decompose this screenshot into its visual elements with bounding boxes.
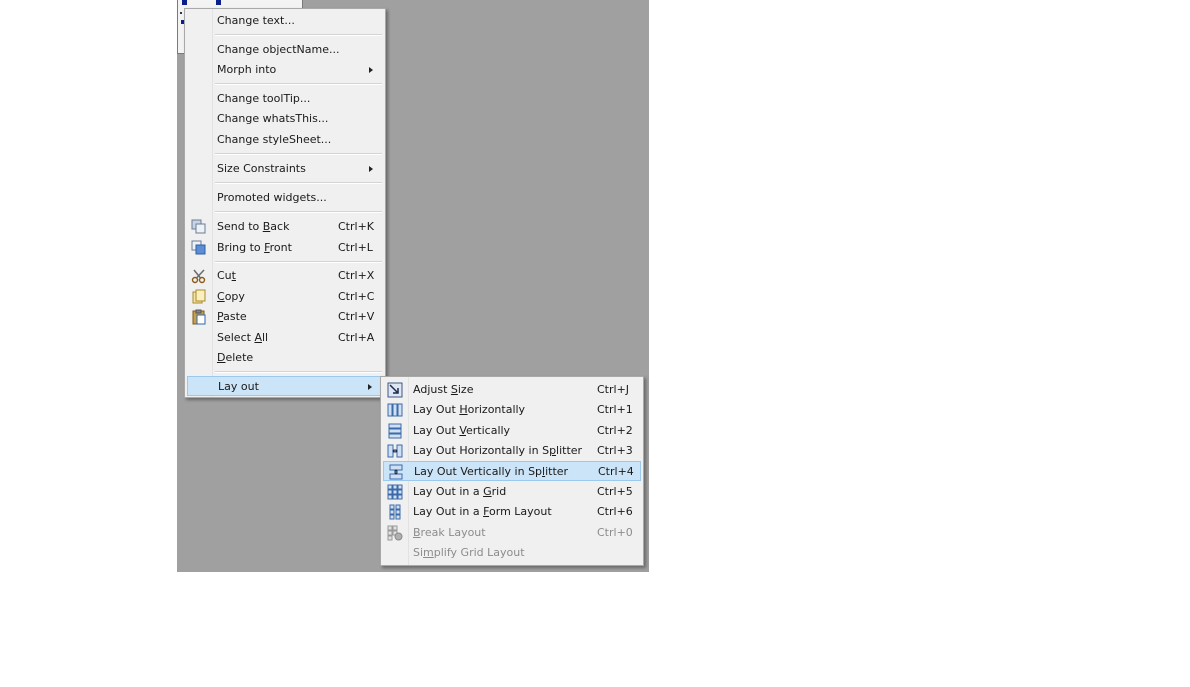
menu-item-label: Change whatsThis... [217,112,329,125]
menu-item-morph-into[interactable]: Morph into [187,60,383,80]
menu-item-lay-out-form[interactable]: Lay Out in a Form Layout Ctrl+6 [383,502,641,522]
menu-item-lay-out[interactable]: Lay out [187,376,383,396]
menu-item-label: Bring to Front [217,241,292,254]
menu-item-lay-out-horizontally-splitter[interactable]: Lay Out Horizontally in Splitter Ctrl+3 [383,441,641,461]
menu-item-shortcut: Ctrl+5 [597,485,633,498]
layout-submenu: Adjust Size Ctrl+J Lay Out Horizontally … [380,376,644,566]
menu-item-simplify-grid-layout[interactable]: Simplify Grid Layout [383,543,641,563]
menu-separator [215,83,382,85]
menu-item-label: Morph into [217,63,277,76]
menu-item-label: Change styleSheet... [217,133,332,146]
layout-horizontal-icon [387,402,403,418]
menu-item-label: Lay Out Horizontally [413,403,526,416]
menu-item-lay-out-grid[interactable]: Lay Out in a Grid Ctrl+5 [383,482,641,502]
menu-item-label: Send to Back [217,220,290,233]
bring-to-front-icon [191,240,207,256]
menu-item-label: Lay Out in a Grid [413,485,507,498]
menu-item-label: Change objectName... [217,43,340,56]
menu-item-label: Break Layout [413,526,486,539]
copy-icon [191,289,207,305]
layout-vertical-icon [387,423,403,439]
menu-separator [215,211,382,213]
submenu-arrow-icon [368,384,372,390]
menu-item-shortcut: Ctrl+C [338,290,375,303]
menu-item-size-constraints[interactable]: Size Constraints [187,159,383,179]
menu-item-shortcut: Ctrl+4 [598,465,634,478]
menu-item-shortcut: Ctrl+2 [597,424,633,437]
send-to-back-icon [191,219,207,235]
menu-item-label: Paste [217,310,247,323]
menu-item-promoted-widgets[interactable]: Promoted widgets... [187,188,383,208]
menu-item-label: Delete [217,351,254,364]
menu-item-lay-out-vertically[interactable]: Lay Out Vertically Ctrl+2 [383,421,641,441]
menu-item-shortcut: Ctrl+K [338,220,375,233]
menu-item-adjust-size[interactable]: Adjust Size Ctrl+J [383,380,641,400]
menu-item-label: Simplify Grid Layout [413,546,525,559]
menu-separator [215,371,382,373]
menu-separator [215,153,382,155]
menu-item-label: Lay Out Vertically [413,424,511,437]
menu-item-lay-out-vertically-splitter[interactable]: Lay Out Vertically in Splitter Ctrl+4 [383,461,641,481]
menu-item-change-tooltip[interactable]: Change toolTip... [187,89,383,109]
scissors-icon [191,268,207,284]
menu-item-change-text[interactable]: Change text... [187,11,383,31]
submenu-arrow-icon [369,67,373,73]
menu-item-shortcut: Ctrl+1 [597,403,633,416]
menu-separator [215,34,382,36]
menu-item-label: Size Constraints [217,162,306,175]
menu-item-lay-out-horizontally[interactable]: Lay Out Horizontally Ctrl+1 [383,400,641,420]
paste-icon [191,309,207,325]
menu-item-label: Promoted widgets... [217,191,327,204]
menu-item-shortcut: Ctrl+6 [597,505,633,518]
menu-item-label: Copy [217,290,245,303]
menu-item-send-to-back[interactable]: Send to Back Ctrl+K [187,217,383,237]
menu-item-cut[interactable]: Cut Ctrl+X [187,266,383,286]
layout-grid-icon [387,484,403,500]
menu-item-shortcut: Ctrl+J [597,383,630,396]
menu-item-shortcut: Ctrl+0 [597,526,633,539]
adjust-size-icon [387,382,403,398]
menu-item-label: Select All [217,331,269,344]
menu-item-select-all[interactable]: Select All Ctrl+A [187,328,383,348]
widget-context-menu: Change text... Change objectName... Morp… [184,8,386,398]
grid-dot [180,12,182,14]
menu-item-label: Lay Out Vertically in Splitter [414,465,569,478]
menu-item-delete[interactable]: Delete [187,348,383,368]
menu-separator [215,182,382,184]
selection-handle[interactable] [216,0,221,5]
menu-item-label: Lay Out Horizontally in Splitter [413,444,583,457]
menu-item-break-layout[interactable]: Break Layout Ctrl+0 [383,523,641,543]
menu-item-change-stylesheet[interactable]: Change styleSheet... [187,130,383,150]
menu-item-shortcut: Ctrl+A [338,331,375,344]
menu-item-shortcut: Ctrl+V [338,310,375,323]
selection-handle[interactable] [182,0,187,5]
menu-item-paste[interactable]: Paste Ctrl+V [187,307,383,327]
menu-item-label: Change toolTip... [217,92,311,105]
break-layout-icon [387,525,403,541]
submenu-arrow-icon [369,166,373,172]
menu-item-copy[interactable]: Copy Ctrl+C [187,287,383,307]
layout-form-icon [387,504,403,520]
menu-item-shortcut: Ctrl+X [338,269,375,282]
menu-item-bring-to-front[interactable]: Bring to Front Ctrl+L [187,238,383,258]
menu-item-label: Cut [217,269,236,282]
menu-item-label: Adjust Size [413,383,474,396]
menu-item-label: Lay Out in a Form Layout [413,505,552,518]
menu-item-shortcut: Ctrl+3 [597,444,633,457]
menu-separator [215,261,382,263]
splitter-vertical-icon [388,464,404,480]
menu-item-change-objectname[interactable]: Change objectName... [187,40,383,60]
menu-item-change-whatsthis[interactable]: Change whatsThis... [187,109,383,129]
splitter-horizontal-icon [387,443,403,459]
menu-item-label: Change text... [217,14,295,27]
menu-item-label: Lay out [218,380,259,393]
menu-item-shortcut: Ctrl+L [338,241,373,254]
